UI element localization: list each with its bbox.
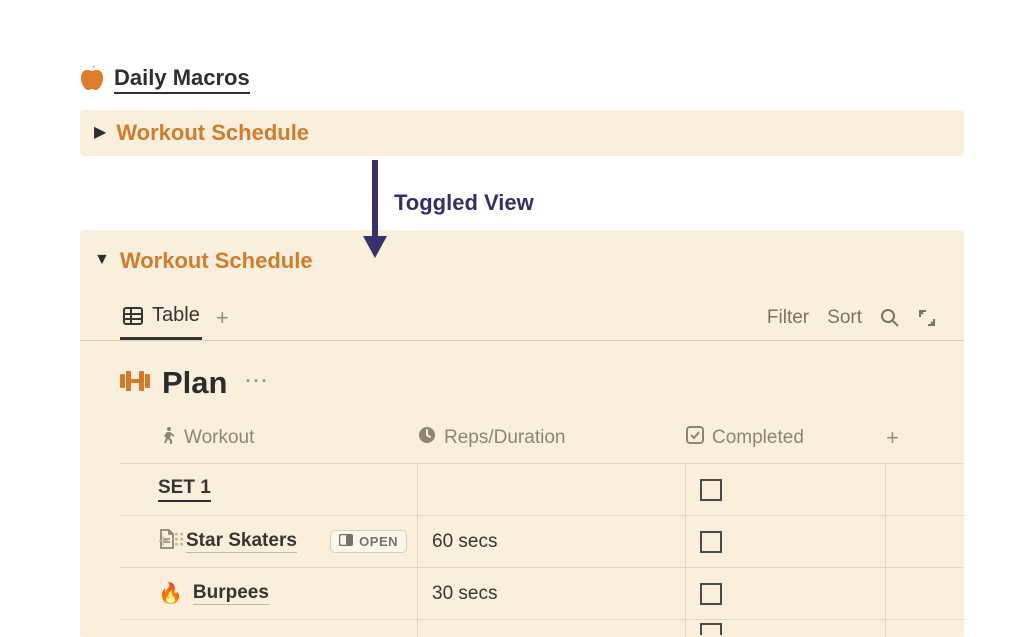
table: Workout Reps/Duration Completed + <box>80 419 964 637</box>
drag-handle-icon[interactable]: ⠿ <box>173 531 185 552</box>
toggle-block-expanded: ▼ Workout Schedule Table + Filter S <box>80 230 964 637</box>
checkbox[interactable] <box>700 583 722 605</box>
row-title: SET 1 <box>158 477 211 502</box>
checkbox[interactable] <box>700 479 722 501</box>
column-header-workout[interactable]: Workout <box>120 426 418 450</box>
annotation-label: Toggled View <box>394 190 534 216</box>
cell-completed[interactable] <box>686 620 886 637</box>
view-actions: Filter Sort <box>767 307 936 337</box>
sort-button[interactable]: Sort <box>827 307 862 329</box>
checkbox-column-icon <box>686 426 704 450</box>
toggle-collapsed-title: Workout Schedule <box>116 120 309 146</box>
table-row[interactable]: + ⠿ Star Skaters OPEN 60 secs <box>120 515 964 567</box>
cell-workout[interactable] <box>120 620 418 637</box>
th-completed-label: Completed <box>712 427 804 449</box>
checkbox[interactable] <box>700 531 722 553</box>
open-page-button[interactable]: OPEN <box>330 530 407 553</box>
apple-icon <box>80 64 104 94</box>
row-handles: + ⠿ <box>158 531 198 552</box>
daily-macros-link[interactable]: Daily Macros <box>80 64 964 100</box>
expand-icon[interactable] <box>918 309 936 327</box>
view-tabs-row: Table + Filter Sort <box>80 284 964 341</box>
row-title: Burpees <box>193 582 269 605</box>
add-view-button[interactable]: + <box>216 305 229 339</box>
toggle-header-collapsed[interactable]: ▶ Workout Schedule <box>80 110 964 156</box>
table-header-row: Workout Reps/Duration Completed + <box>120 419 964 463</box>
add-row-button[interactable]: + <box>158 531 169 552</box>
tab-label: Table <box>152 304 200 327</box>
add-column-button[interactable]: + <box>886 425 934 451</box>
toggle-expanded-title: Workout Schedule <box>120 248 313 274</box>
database-title[interactable]: Plan <box>162 365 227 401</box>
annotation-row: Toggled View <box>80 170 964 230</box>
table-icon <box>122 305 144 327</box>
toggle-block-collapsed: ▶ Workout Schedule <box>80 110 964 156</box>
cell-workout[interactable]: SET 1 <box>120 464 418 515</box>
database-title-row: Plan ··· <box>80 341 964 419</box>
th-workout-label: Workout <box>184 427 254 449</box>
cell-completed[interactable] <box>686 516 886 567</box>
checkbox[interactable] <box>700 623 722 635</box>
search-icon[interactable] <box>880 308 900 328</box>
arrow-down-icon <box>360 160 390 263</box>
row-title: Star Skaters <box>186 530 297 553</box>
open-side-peek-icon <box>339 534 353 549</box>
person-run-icon <box>158 426 176 450</box>
open-label: OPEN <box>359 534 398 549</box>
cell-completed[interactable] <box>686 568 886 619</box>
th-reps-label: Reps/Duration <box>444 427 565 449</box>
database-more-button[interactable]: ··· <box>239 371 269 392</box>
daily-macros-title: Daily Macros <box>114 65 250 94</box>
toggle-header-expanded[interactable]: ▼ Workout Schedule <box>80 230 964 284</box>
dumbbell-icon <box>120 370 150 397</box>
table-row[interactable]: 🔥 Burpees 30 secs <box>120 567 964 619</box>
tab-table[interactable]: Table <box>120 304 202 340</box>
clock-icon <box>418 426 436 450</box>
caret-down-icon: ▼ <box>94 251 110 269</box>
cell-reps[interactable] <box>418 620 686 637</box>
table-row[interactable]: SET 1 <box>120 463 964 515</box>
column-header-reps[interactable]: Reps/Duration <box>418 426 686 450</box>
column-header-completed[interactable]: Completed <box>686 426 886 450</box>
cell-completed[interactable] <box>686 464 886 515</box>
filter-button[interactable]: Filter <box>767 307 809 329</box>
fire-icon: 🔥 <box>158 581 183 606</box>
cell-workout[interactable]: 🔥 Burpees <box>120 568 418 619</box>
table-row[interactable] <box>120 619 964 637</box>
cell-reps[interactable]: 30 secs <box>418 568 686 619</box>
cell-reps[interactable]: 60 secs <box>418 516 686 567</box>
cell-reps[interactable] <box>418 464 686 515</box>
caret-right-icon: ▶ <box>94 122 106 142</box>
